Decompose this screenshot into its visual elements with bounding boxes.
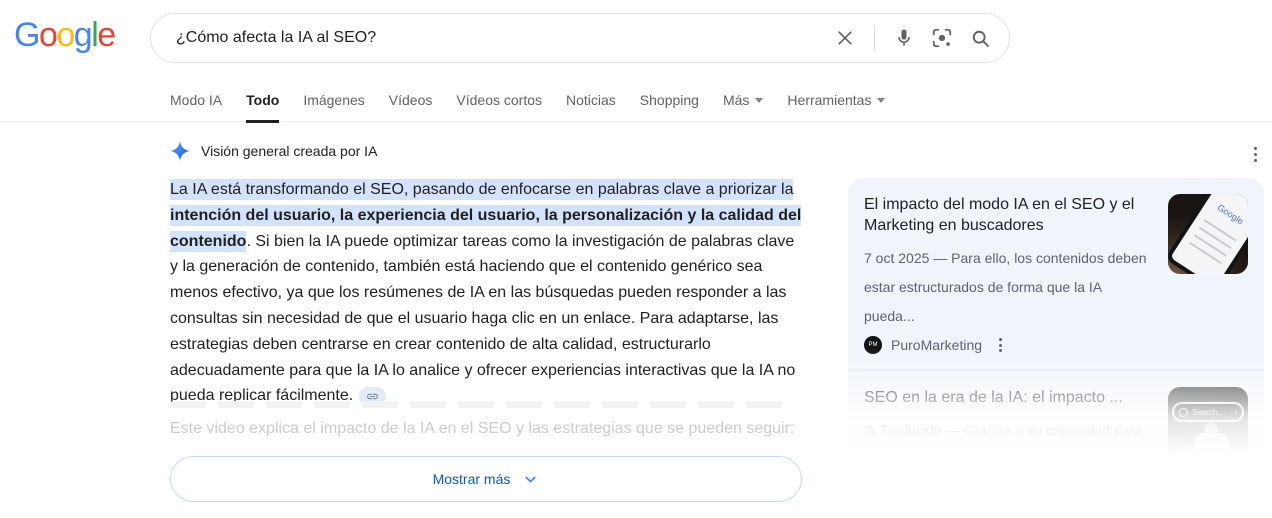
chevron-down-icon bbox=[755, 98, 764, 103]
search-bar[interactable] bbox=[150, 13, 1010, 63]
google-logo[interactable]: Google bbox=[14, 16, 116, 55]
search-input[interactable] bbox=[176, 29, 835, 47]
results-tab-bar: Modo IA Todo Imágenes Vídeos Vídeos cort… bbox=[170, 92, 886, 123]
tab-shopping[interactable]: Shopping bbox=[640, 92, 699, 122]
source-card-snippet: Traducido — Gracias a su capacidad para … bbox=[864, 416, 1152, 456]
logo-letter: g bbox=[73, 16, 93, 54]
source-name: PuroMarketing bbox=[891, 337, 983, 353]
source-card-title[interactable]: SEO en la era de la IA: el impacto ... bbox=[864, 387, 1152, 408]
tab-noticias[interactable]: Noticias bbox=[566, 92, 616, 122]
source-favicon: PM bbox=[864, 336, 882, 354]
tab-herramientas[interactable]: Herramientas bbox=[787, 92, 886, 122]
source-card[interactable]: El impacto del modo IA en el SEO y el Ma… bbox=[848, 178, 1264, 370]
phone-in-photo: Google bbox=[1168, 194, 1248, 274]
logo-letter: e bbox=[97, 16, 116, 54]
ai-sparkle-icon bbox=[170, 141, 190, 161]
source-card[interactable]: SEO en la era de la IA: el impacto ... T… bbox=[848, 371, 1264, 456]
microphone-icon[interactable] bbox=[894, 28, 914, 48]
chevron-down-icon bbox=[877, 98, 886, 103]
tab-videos[interactable]: Vídeos bbox=[389, 92, 433, 122]
fading-answer-text: Este video explica el impacto de la IA e… bbox=[170, 420, 795, 437]
ai-overview-menu-icon[interactable] bbox=[1252, 145, 1259, 164]
logo-letter: o bbox=[56, 16, 75, 54]
ai-overview-title: Visión general creada por IA bbox=[201, 143, 378, 159]
logo-letter: G bbox=[14, 16, 40, 54]
source-card-title[interactable]: El impacto del modo IA en el SEO y el Ma… bbox=[864, 194, 1152, 236]
source-thumbnail-image[interactable]: Google bbox=[1168, 194, 1248, 274]
tab-mas[interactable]: Más bbox=[723, 92, 764, 122]
magnifier-icon bbox=[1179, 407, 1188, 417]
tab-todo[interactable]: Todo bbox=[246, 92, 280, 123]
search-submit-icon[interactable] bbox=[970, 28, 991, 49]
translate-icon bbox=[864, 425, 877, 436]
search-bar-in-photo: Search.... › bbox=[1172, 402, 1244, 422]
faded-text-remnant bbox=[170, 401, 786, 408]
tab-imagenes[interactable]: Imágenes bbox=[303, 92, 364, 122]
ai-overview-sources-panel: El impacto del modo IA en el SEO y el Ma… bbox=[848, 178, 1264, 456]
answer-text: . Si bien la IA puede optimizar tareas c… bbox=[170, 232, 796, 405]
search-bar-divider bbox=[874, 25, 875, 51]
clear-search-icon[interactable] bbox=[835, 28, 855, 48]
source-card-menu-icon[interactable] bbox=[997, 336, 1004, 354]
highlighted-text: La IA está transformando el SEO, pasando… bbox=[170, 179, 794, 200]
google-lens-icon[interactable] bbox=[931, 27, 953, 49]
show-more-button[interactable]: Mostrar más bbox=[170, 456, 802, 502]
logo-letter: o bbox=[38, 16, 58, 54]
ai-overview-header: Visión general creada por IA bbox=[170, 141, 377, 161]
thumbnail-search-text: Search.... bbox=[1192, 407, 1227, 417]
translated-label: Traducido — bbox=[880, 422, 964, 438]
ai-overview-answer: La IA está transformando el SEO, pasando… bbox=[170, 177, 803, 409]
chevron-down-icon bbox=[525, 476, 536, 482]
tab-modo-ia[interactable]: Modo IA bbox=[170, 92, 222, 122]
source-thumbnail-image[interactable]: Search.... › bbox=[1168, 387, 1248, 456]
tab-videos-cortos[interactable]: Vídeos cortos bbox=[456, 92, 542, 122]
source-card-snippet: 7 oct 2025 — Para ello, los contenidos d… bbox=[864, 250, 1147, 324]
show-more-label: Mostrar más bbox=[432, 471, 511, 487]
